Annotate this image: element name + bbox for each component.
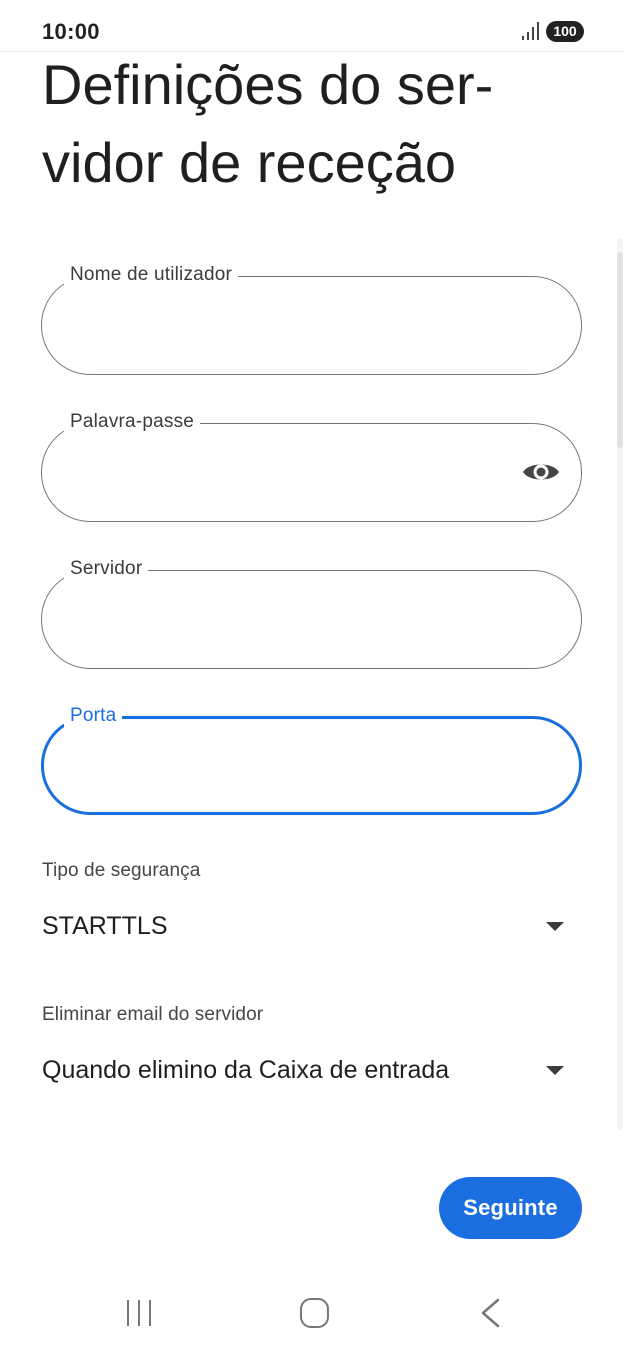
delete-email-label: Eliminar email do servidor bbox=[42, 1004, 264, 1025]
password-input[interactable] bbox=[70, 454, 530, 492]
signal-bars-icon bbox=[522, 22, 539, 40]
server-label: Servidor bbox=[64, 557, 149, 581]
server-field[interactable]: Servidor bbox=[41, 557, 582, 669]
battery-badge: 100 bbox=[546, 21, 584, 42]
port-label: Porta bbox=[64, 704, 123, 728]
server-input[interactable] bbox=[70, 601, 530, 639]
username-field[interactable]: Nome de utilizador bbox=[41, 263, 582, 375]
security-type-label: Tipo de segurança bbox=[42, 860, 201, 881]
recent-apps-icon[interactable] bbox=[124, 1298, 156, 1328]
security-type-dropdown[interactable]: STARTTLS bbox=[42, 906, 582, 950]
security-type-value: STARTTLS bbox=[42, 912, 168, 940]
dropdown-arrow-icon bbox=[546, 922, 564, 931]
back-icon[interactable] bbox=[478, 1298, 502, 1328]
dropdown-arrow-icon bbox=[546, 1066, 564, 1075]
password-label: Palavra-passe bbox=[64, 410, 201, 434]
page-title: Definições do ser- vidor de receção bbox=[42, 53, 494, 194]
password-field[interactable]: Palavra-passe bbox=[41, 410, 582, 522]
delete-email-dropdown[interactable]: Quando elimino da Caixa de entrada bbox=[42, 1050, 582, 1094]
status-time: 10:00 bbox=[42, 19, 100, 44]
username-label: Nome de utilizador bbox=[64, 263, 239, 287]
eye-icon[interactable] bbox=[521, 458, 561, 486]
incoming-server-settings-screen: 10:00 100 Definições do ser- vidor de re… bbox=[0, 0, 624, 1354]
home-icon[interactable] bbox=[300, 1298, 329, 1328]
status-bar: 10:00 100 bbox=[0, 0, 624, 52]
port-input[interactable] bbox=[72, 749, 532, 787]
scrollbar-thumb[interactable] bbox=[617, 252, 623, 448]
port-field[interactable]: Porta bbox=[41, 704, 582, 815]
next-button[interactable]: Seguinte bbox=[439, 1177, 582, 1239]
delete-email-value: Quando elimino da Caixa de entrada bbox=[42, 1056, 450, 1084]
username-input[interactable] bbox=[70, 307, 530, 345]
scrollbar[interactable] bbox=[617, 238, 623, 1130]
